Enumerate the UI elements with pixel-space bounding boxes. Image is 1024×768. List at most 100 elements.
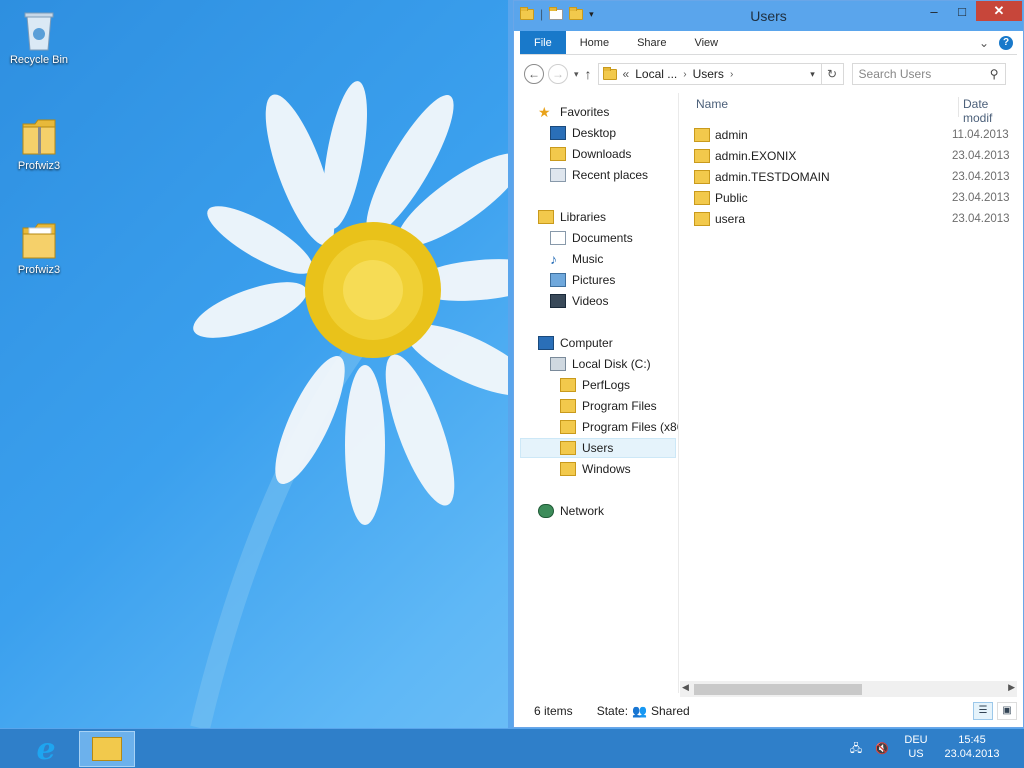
nav-folder-users[interactable]: Users <box>520 438 676 458</box>
close-button[interactable]: ✕ <box>976 1 1022 21</box>
breadcrumb-separator[interactable]: › <box>683 69 686 80</box>
minimize-button[interactable]: – <box>920 1 948 21</box>
explorer-window: | ▾ Users – □ ✕ File Home Share View ⌄ ?… <box>513 0 1024 728</box>
keyboard-layout: US <box>908 748 924 760</box>
nav-downloads[interactable]: Downloads <box>550 144 631 164</box>
nav-videos[interactable]: Videos <box>550 291 608 311</box>
expand-ribbon-icon[interactable]: ⌄ <box>979 36 989 50</box>
desktop-icon-profwiz3-folder[interactable]: Profwiz3 <box>5 218 73 276</box>
item-count: 6 items <box>534 704 573 718</box>
ribbon-tabs: File Home Share View ⌄ ? <box>520 31 1017 55</box>
ribbon-right: ⌄ ? <box>979 31 1017 54</box>
breadcrumb-local[interactable]: Local ... <box>635 67 677 81</box>
horizontal-scrollbar[interactable]: ◀ ▶ <box>680 681 1017 697</box>
desktop-icon-label: Recycle Bin <box>9 54 69 66</box>
file-row[interactable]: Public 23.04.2013 <box>694 187 1017 208</box>
search-placeholder: Search Users <box>858 67 932 81</box>
address-box[interactable]: « Local ... › Users › ▾ <box>597 63 822 85</box>
search-icon[interactable]: ⚲ <box>990 64 999 84</box>
folder-icon <box>694 127 710 142</box>
nav-documents[interactable]: Documents <box>550 228 633 248</box>
file-row[interactable]: admin.TESTDOMAIN 23.04.2013 <box>694 166 1017 187</box>
clock[interactable]: 15:45 23.04.2013 <box>940 729 1004 768</box>
search-input[interactable]: Search Users ⚲ <box>851 63 1006 85</box>
column-header-name[interactable]: Name <box>696 97 728 117</box>
downloads-icon <box>550 147 566 161</box>
maximize-button[interactable]: □ <box>948 1 976 21</box>
nav-local-disk[interactable]: Local Disk (C:) <box>550 354 651 374</box>
sort-ascending-icon: ⌃ <box>820 93 828 99</box>
wallpaper-daisy <box>190 81 520 728</box>
desktop-icon-profwiz3-zip[interactable]: Profwiz3 <box>5 114 73 172</box>
nav-recent-places[interactable]: Recent places <box>550 165 648 185</box>
pictures-icon <box>550 273 566 287</box>
language-indicator[interactable]: DEU US <box>898 729 934 768</box>
state-value: Shared <box>651 704 690 718</box>
nav-pictures[interactable]: Pictures <box>550 270 615 290</box>
file-row[interactable]: admin.EXONIX 23.04.2013 <box>694 145 1017 166</box>
tab-file[interactable]: File <box>520 31 566 54</box>
forward-button[interactable]: → <box>548 64 568 84</box>
up-button[interactable]: ↑ <box>585 66 592 82</box>
nav-folder-program-files[interactable]: Program Files <box>560 396 657 416</box>
network-status-icon[interactable]: 🖧 <box>846 729 866 768</box>
tab-view[interactable]: View <box>680 31 732 54</box>
folder-icon <box>694 190 710 205</box>
folder-icon <box>19 218 59 262</box>
clock-date: 23.04.2013 <box>944 748 1000 760</box>
title-bar[interactable]: | ▾ Users – □ ✕ <box>514 1 1023 31</box>
scroll-left-icon[interactable]: ◀ <box>682 682 689 693</box>
details-view-icon[interactable]: ☰ <box>973 702 993 720</box>
drive-icon <box>550 357 566 371</box>
desktop-icon-recycle-bin[interactable]: Recycle Bin <box>5 8 73 66</box>
folder-icon <box>694 148 710 163</box>
folder-icon <box>560 399 576 413</box>
file-row[interactable]: admin 11.04.2013 <box>694 124 1017 145</box>
help-icon[interactable]: ? <box>999 35 1013 50</box>
nav-computer[interactable]: Computer <box>538 333 613 353</box>
nav-libraries[interactable]: Libraries <box>538 207 606 227</box>
nav-desktop[interactable]: Desktop <box>550 123 616 143</box>
volume-muted-icon[interactable]: 🔇 <box>872 729 892 768</box>
libraries-icon <box>538 210 554 224</box>
desktop-icon <box>550 126 566 140</box>
back-button[interactable]: ← <box>524 64 544 84</box>
breadcrumb-users[interactable]: Users <box>693 67 724 81</box>
address-overflow[interactable]: « <box>623 67 630 81</box>
taskbar-file-explorer[interactable] <box>79 731 135 767</box>
scrollbar-thumb[interactable] <box>694 684 862 695</box>
navigation-pane: ★ Favorites Desktop Downloads Recent pla… <box>520 93 678 693</box>
column-header-date-modified[interactable]: Date modif <box>958 97 1017 125</box>
folder-icon <box>694 169 710 184</box>
recent-locations-button[interactable]: ▾ <box>574 69 579 80</box>
nav-folder-perflogs[interactable]: PerfLogs <box>560 375 630 395</box>
shared-users-icon: 👥 <box>632 704 647 718</box>
taskbar: e 🖧 🔇 DEU US 15:45 23.04.2013 <box>0 728 1024 768</box>
nav-network[interactable]: Network <box>538 501 604 521</box>
tab-share[interactable]: Share <box>623 31 680 54</box>
nav-folder-windows[interactable]: Windows <box>560 459 631 479</box>
nav-folder-program-files-x86[interactable]: Program Files (x86 <box>560 417 678 437</box>
state-label: State: <box>596 704 629 718</box>
large-icons-view-icon[interactable]: ▣ <box>997 702 1017 720</box>
scroll-right-icon[interactable]: ▶ <box>1008 682 1015 693</box>
computer-icon <box>538 336 554 350</box>
refresh-button[interactable]: ↻ <box>821 63 844 85</box>
address-dropdown-icon[interactable]: ▾ <box>805 69 821 80</box>
nav-favorites[interactable]: ★ Favorites <box>538 102 609 122</box>
language-code: DEU <box>904 734 928 746</box>
folder-icon <box>560 420 576 434</box>
folder-icon <box>560 462 576 476</box>
recycle-bin-icon <box>19 8 59 52</box>
pane-divider[interactable] <box>678 93 679 693</box>
file-list: ⌃ Name Date modif admin 11.04.2013 admin… <box>684 93 1017 693</box>
star-icon: ★ <box>538 104 551 120</box>
taskbar-internet-explorer[interactable]: e <box>18 731 74 767</box>
music-icon: ♪ <box>550 251 557 267</box>
file-row[interactable]: usera 23.04.2013 <box>694 208 1017 229</box>
nav-music[interactable]: ♪ Music <box>550 249 603 269</box>
folder-icon <box>560 378 576 392</box>
breadcrumb-separator[interactable]: › <box>730 69 733 80</box>
tab-home[interactable]: Home <box>566 31 623 54</box>
recent-places-icon <box>550 168 566 182</box>
